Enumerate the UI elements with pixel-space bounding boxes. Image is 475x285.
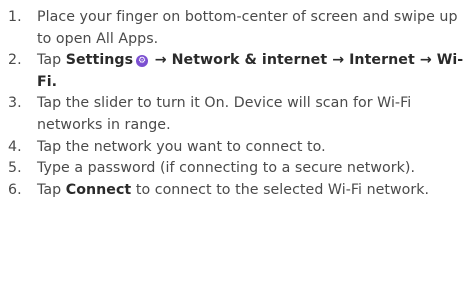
step-number: 6. xyxy=(8,181,22,198)
step-tap-word: Tap xyxy=(37,52,66,69)
step-text: Place your finger on bottom-center of sc… xyxy=(37,9,458,47)
step-number: 2. xyxy=(8,52,22,69)
step-text: Tap Connect to connect to the selected W… xyxy=(37,180,475,202)
step-4: 4. Tap the network you want to connect t… xyxy=(8,137,475,159)
step-rest: to connect to the selected Wi-Fi network… xyxy=(131,181,430,198)
step-number: 5. xyxy=(8,160,22,177)
settings-label: Settings xyxy=(65,52,134,69)
step-2: 2. Tap Settings ⚙ → Network & internet → … xyxy=(8,50,475,93)
step-1: 1. Place your finger on bottom-center of… xyxy=(8,7,475,50)
step-tap-word: Tap xyxy=(37,181,66,198)
step-text: Tap the network you want to connect to. xyxy=(37,138,326,155)
step-3: 3. Tap the slider to turn it On. Device … xyxy=(8,93,475,136)
step-5: 5. Type a password (if connecting to a s… xyxy=(8,158,475,180)
instruction-steps-list: 1. Place your finger on bottom-center of… xyxy=(0,0,475,201)
step-number: 4. xyxy=(8,138,22,155)
connect-label: Connect xyxy=(65,181,132,198)
step-number: 3. xyxy=(8,95,22,112)
settings-gear-icon: ⚙ xyxy=(136,55,149,68)
step-text: Tap the slider to turn it On. Device wil… xyxy=(37,95,412,133)
step-number: 1. xyxy=(8,9,22,25)
step-text: Type a password (if connecting to a secu… xyxy=(37,160,416,177)
step-text: Tap Settings ⚙ → Network & internet → Int… xyxy=(37,50,475,93)
step-6: 6. Tap Connect to connect to the selecte… xyxy=(8,180,475,202)
